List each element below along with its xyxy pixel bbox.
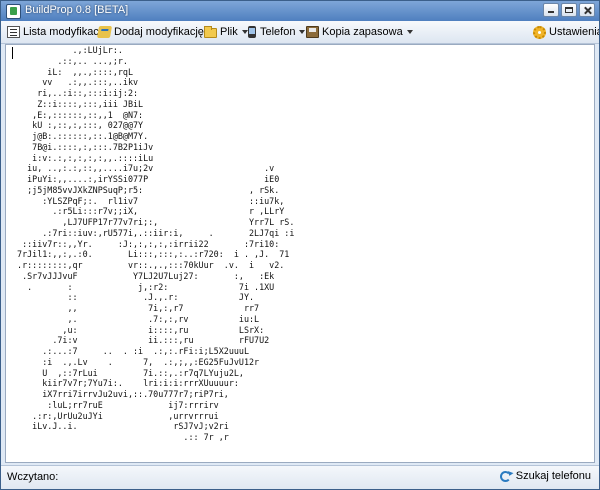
window-title: BuildProp 0.8 [BETA] [25,4,129,16]
toolbar: Lista modyfikacji Dodaj modyfikację Plik… [1,21,599,44]
add-mod-dropdown[interactable]: Dodaj modyfikację [96,24,214,40]
backup-icon [306,26,319,38]
settings-button[interactable]: Ustawienia [533,24,600,40]
backup-dropdown[interactable]: Kopia zapasowa [306,24,413,40]
minimize-button[interactable] [543,3,559,17]
status-bar: Wczytano: Szukaj telefonu [1,465,599,489]
title-bar[interactable]: BuildProp 0.8 [BETA] [1,1,599,21]
search-phone-button[interactable]: Szukaj telefonu [499,470,591,482]
search-phone-label: Szukaj telefonu [515,470,591,482]
gear-icon [533,25,546,39]
maximize-button[interactable] [561,3,577,17]
phone-label: Telefon [260,26,296,38]
list-icon [7,26,20,38]
window-controls [543,3,595,17]
close-button[interactable] [579,3,595,17]
file-dropdown[interactable]: Plik [204,24,248,40]
refresh-icon [499,470,511,482]
file-label: Plik [220,26,238,38]
main-window: BuildProp 0.8 [BETA] Lista modyfikacji D… [0,0,600,490]
list-mods-button[interactable]: Lista modyfikacji [7,24,104,40]
list-mods-label: Lista modyfikacji [23,26,104,38]
phone-icon [248,26,256,38]
phone-dropdown[interactable]: Telefon [246,24,306,40]
add-mod-label: Dodaj modyfikację [114,26,204,38]
ascii-art-text: .,:LUjLr:. .::,.. ...,;r. iL: ,,.,::::,r… [17,45,295,442]
backup-label: Kopia zapasowa [322,26,403,38]
app-icon [6,4,21,19]
folder-icon [204,26,217,38]
edit-icon [96,26,113,38]
chevron-down-icon [299,30,306,34]
loaded-status: Wczytano: [7,471,59,483]
settings-label: Ustawienia [549,26,600,38]
chevron-down-icon [406,30,413,34]
text-editor[interactable]: .,:LUjLr:. .::,.. ...,;r. iL: ,,.,::::,r… [5,44,595,463]
